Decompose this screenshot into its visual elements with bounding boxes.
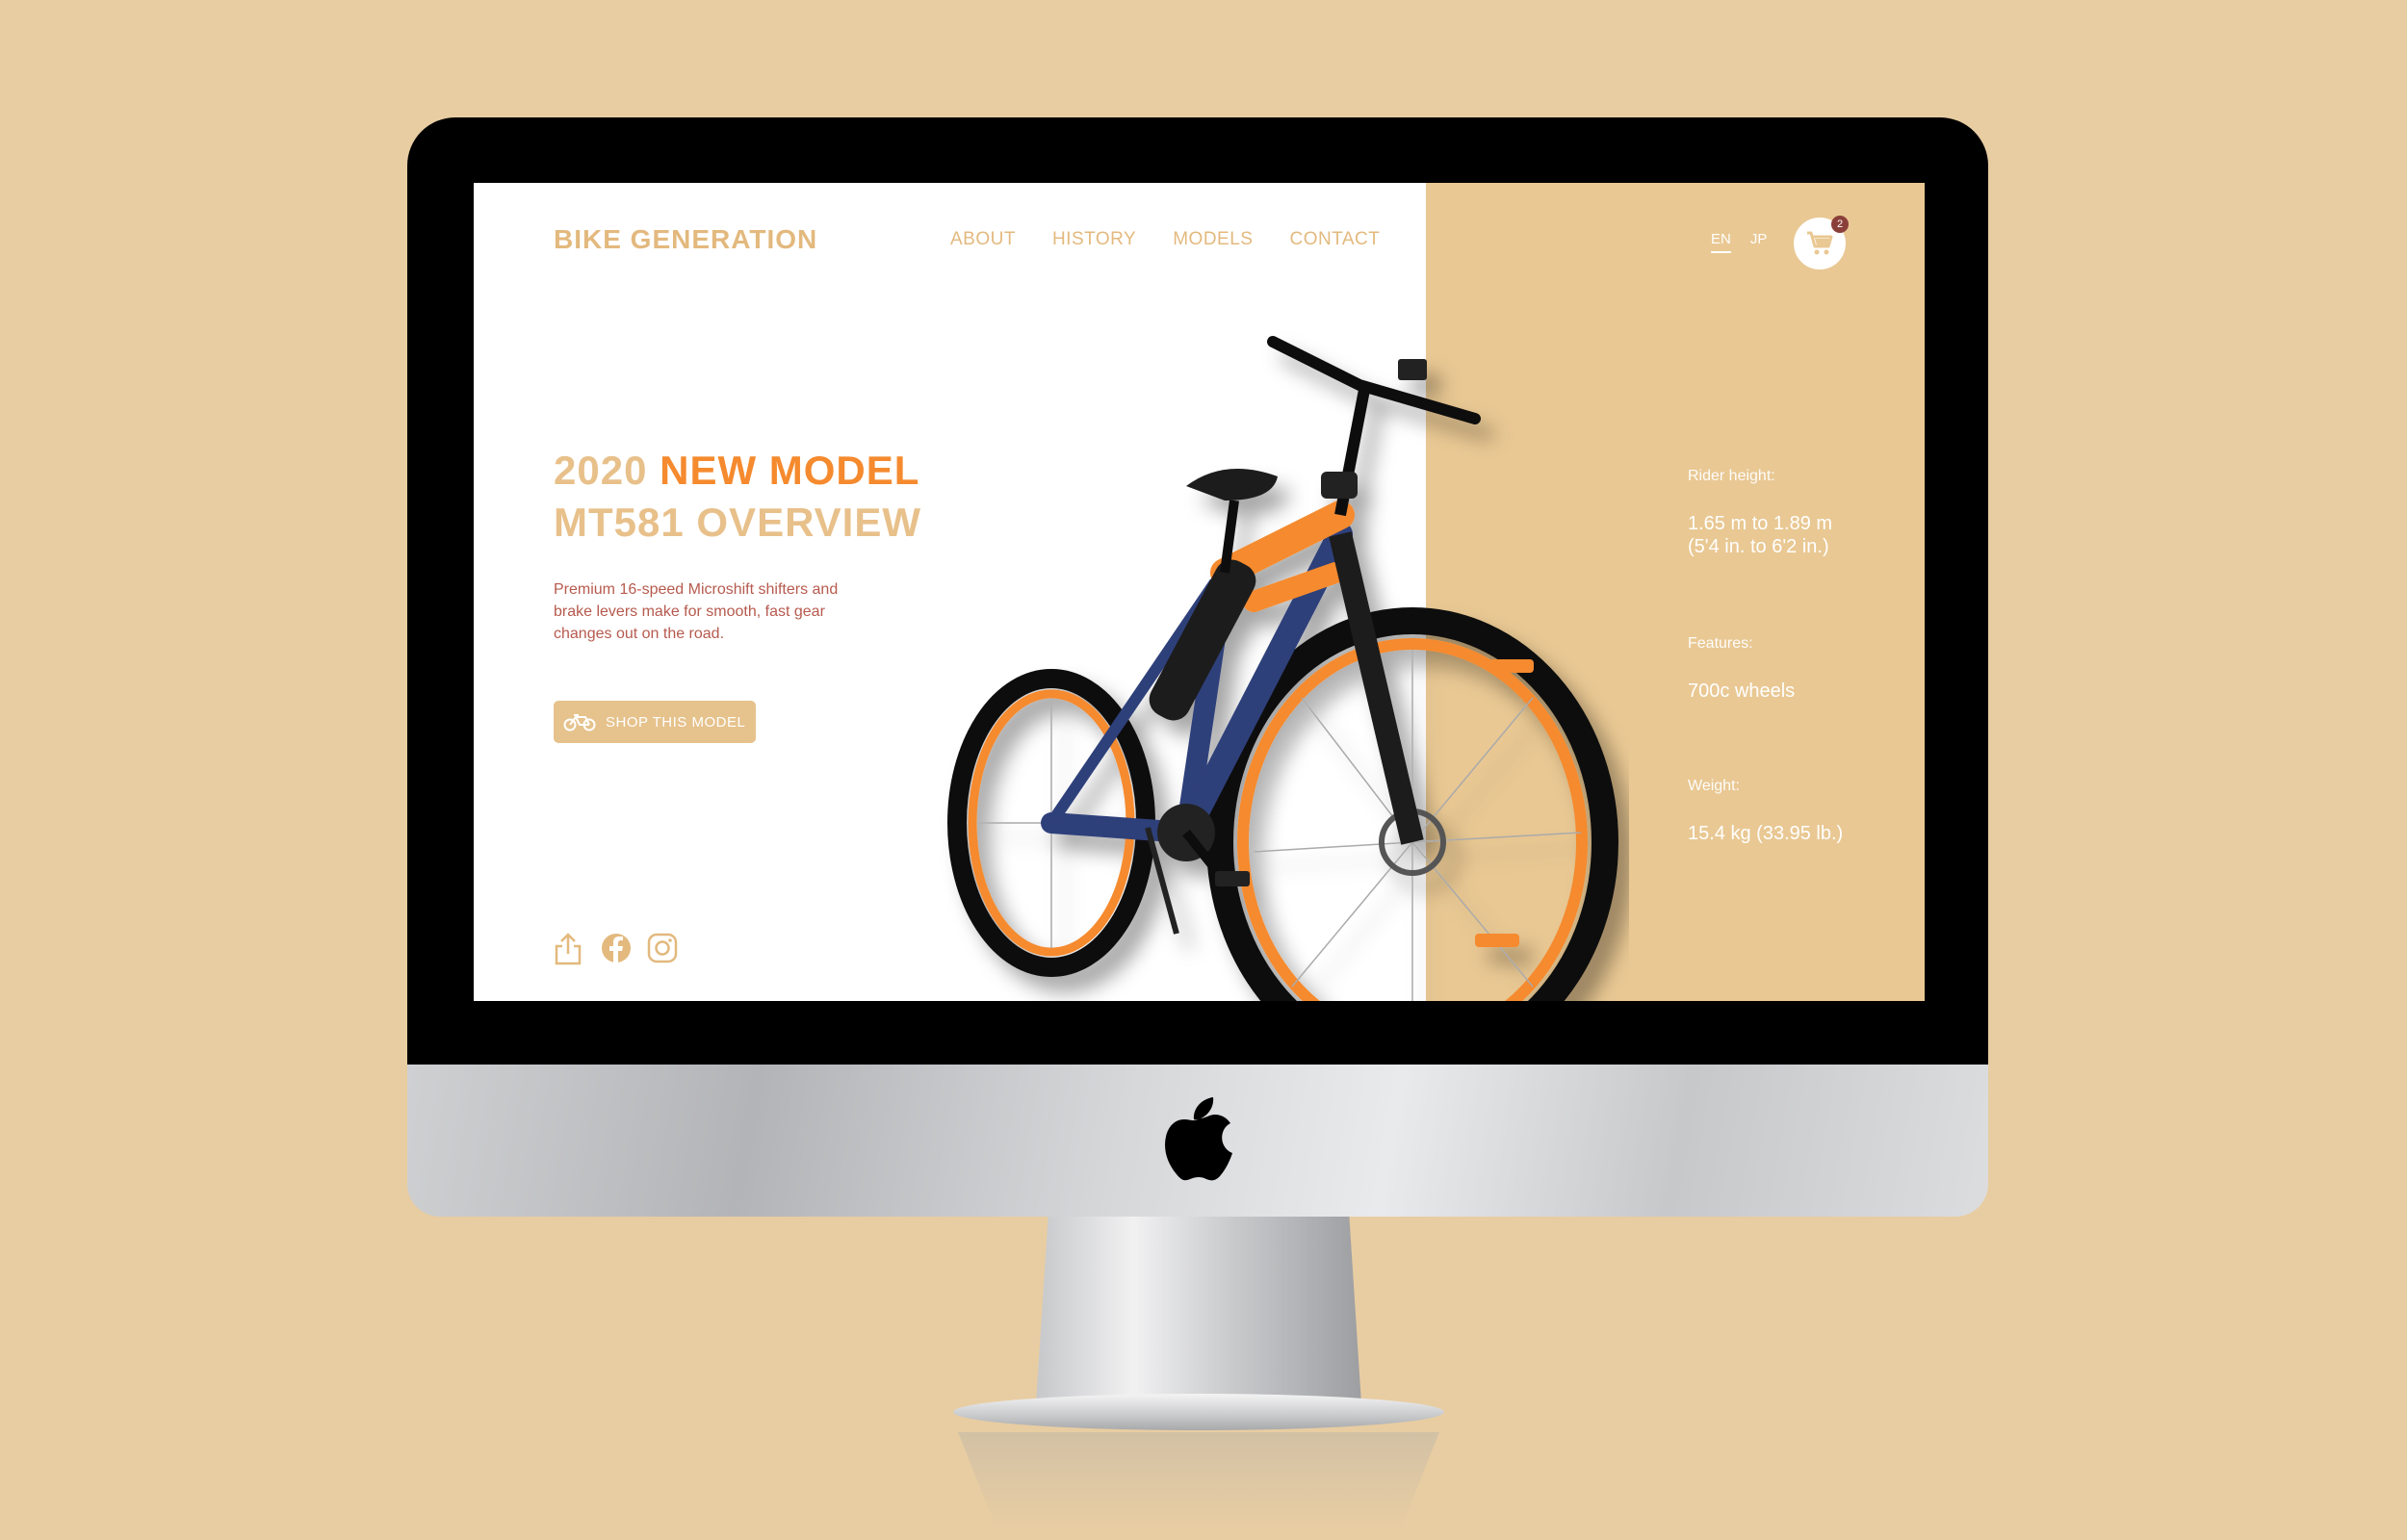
nav-contact[interactable]: CONTACT <box>1289 229 1380 250</box>
spec-rider-height: Rider height: 1.65 m to 1.89 m (5'4 in. … <box>1688 468 1832 558</box>
social-links <box>554 932 679 966</box>
hero-description: Premium 16-speed Microshift shifters and… <box>554 581 839 642</box>
cart-count-badge: 2 <box>1831 216 1849 233</box>
spec-value-secondary: (5'4 in. to 6'2 in.) <box>1688 536 1829 557</box>
spec-features: Features: 700c wheels <box>1688 635 1795 703</box>
spec-label: Features: <box>1688 635 1753 652</box>
website-screen: BIKE GENERATION ABOUT HISTORY MODELS CON… <box>474 183 1925 1001</box>
brand-logo[interactable]: BIKE GENERATION <box>554 224 817 255</box>
bike-image <box>947 336 1618 1001</box>
hero-title: 2020 NEW MODEL MT581 OVERVIEW <box>554 445 921 549</box>
bicycle-icon <box>563 714 596 732</box>
stand-reflection <box>958 1432 1439 1528</box>
lang-jp[interactable]: JP <box>1750 231 1768 253</box>
imac-stand <box>1035 1217 1362 1419</box>
hero-title-year: 2020 <box>554 448 648 493</box>
nav-models[interactable]: MODELS <box>1173 229 1253 250</box>
language-switcher: EN JP <box>1711 231 1767 253</box>
main-nav: ABOUT HISTORY MODELS CONTACT <box>950 229 1380 250</box>
share-icon[interactable] <box>554 932 586 966</box>
hero-title-model: MT581 OVERVIEW <box>554 500 921 545</box>
spec-value: 700c wheels <box>1688 680 1796 702</box>
apple-logo-icon <box>1165 1097 1232 1181</box>
imac-stand-foot <box>953 1394 1444 1430</box>
facebook-icon[interactable] <box>600 932 633 966</box>
instagram-icon[interactable] <box>646 932 679 966</box>
spec-value: 1.65 m to 1.89 m <box>1688 513 1833 534</box>
spec-weight: Weight: 15.4 kg (33.95 lb.) <box>1688 778 1843 845</box>
lang-en[interactable]: EN <box>1711 231 1731 253</box>
nav-about[interactable]: ABOUT <box>950 229 1016 250</box>
spec-label: Weight: <box>1688 778 1740 794</box>
spec-value: 15.4 kg (33.95 lb.) <box>1688 823 1844 844</box>
nav-history[interactable]: HISTORY <box>1052 229 1136 250</box>
hero-title-highlight: NEW MODEL <box>660 448 920 493</box>
spec-label: Rider height: <box>1688 468 1775 484</box>
shop-this-model-button[interactable]: SHOP THIS MODEL <box>554 701 756 743</box>
shop-button-label: SHOP THIS MODEL <box>606 713 746 731</box>
cart-icon <box>1807 231 1833 255</box>
